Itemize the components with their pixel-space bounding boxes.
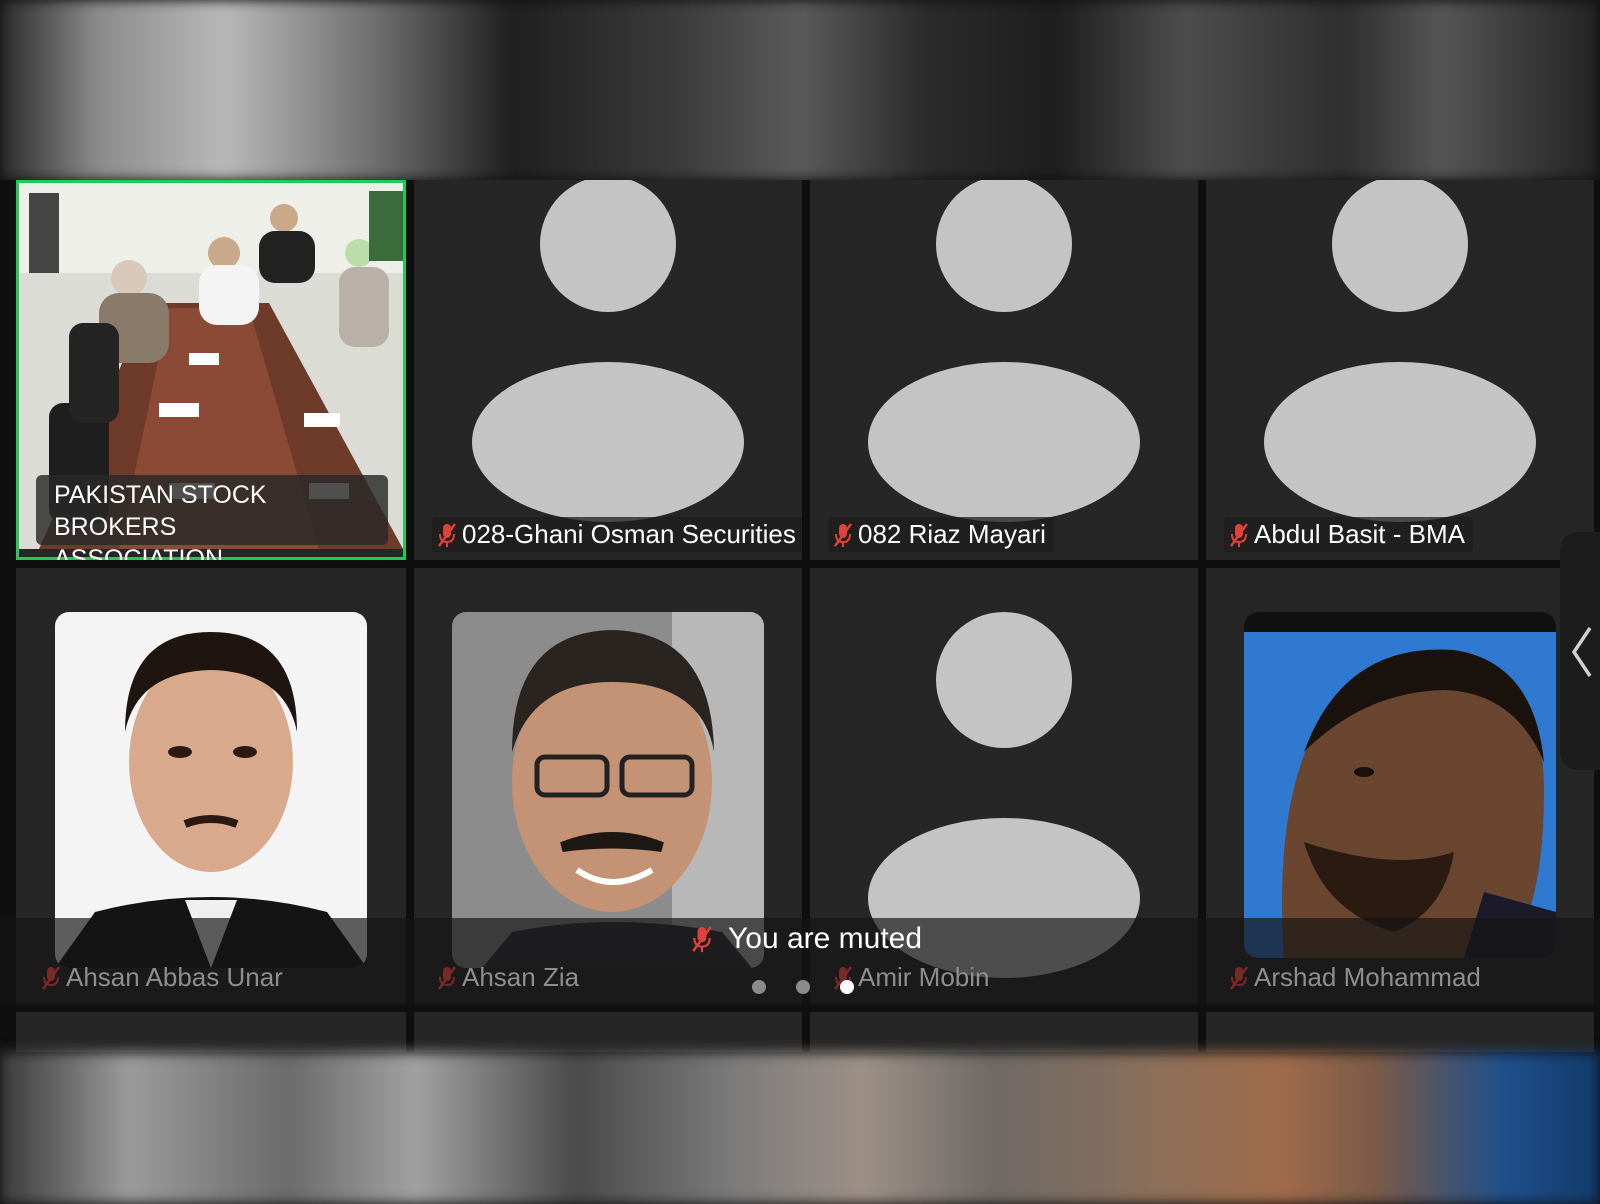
participant-name-line2: ASSOCIATION bbox=[54, 545, 224, 560]
participant-name: 028-Ghani Osman Securities bbox=[462, 519, 796, 549]
participant-name-label: Abdul Basit - BMA bbox=[1224, 517, 1473, 552]
profile-photo bbox=[55, 612, 367, 968]
participant-name: Abdul Basit - BMA bbox=[1254, 519, 1465, 549]
participant-name-label: PAKISTAN STOCK BROKERS ASSOCIATION bbox=[36, 475, 388, 560]
avatar-head bbox=[1332, 180, 1468, 312]
avatar-body bbox=[472, 362, 744, 522]
side-panel-handle[interactable] bbox=[1560, 532, 1600, 770]
blurred-top-region bbox=[0, 0, 1600, 180]
participant-name-line1: PAKISTAN STOCK BROKERS bbox=[54, 481, 267, 541]
participant-tile-next-row bbox=[16, 1012, 406, 1052]
participant-name: 082 Riaz Mayari bbox=[858, 519, 1046, 549]
participant-tile-next-row bbox=[810, 1012, 1198, 1052]
mic-off-icon bbox=[834, 522, 852, 547]
mic-off-icon bbox=[438, 965, 456, 990]
profile-photo bbox=[1244, 612, 1556, 958]
mic-off-icon bbox=[42, 965, 60, 990]
participant-tile-riaz-mayari[interactable]: 082 Riaz Mayari bbox=[810, 180, 1198, 560]
mic-off-icon bbox=[1230, 965, 1248, 990]
page-dot-1[interactable] bbox=[752, 980, 766, 994]
blurred-bottom-region bbox=[0, 1052, 1600, 1204]
participant-name: Ahsan Abbas Unar bbox=[66, 962, 283, 992]
avatar-body bbox=[1264, 362, 1536, 522]
profile-photo bbox=[452, 612, 764, 968]
participant-tile-next-row bbox=[414, 1012, 802, 1052]
participant-name-label: Ahsan Zia bbox=[432, 960, 587, 995]
participant-tile-ghani-osman[interactable]: 028-Ghani Osman Securities bbox=[414, 180, 802, 560]
mic-off-icon bbox=[692, 926, 712, 953]
participant-tile-abdul-basit[interactable]: Abdul Basit - BMA bbox=[1206, 180, 1594, 560]
participant-name-label: 082 Riaz Mayari bbox=[828, 517, 1054, 552]
participant-tile-psba[interactable]: PAKISTAN STOCK BROKERS ASSOCIATION bbox=[16, 180, 406, 560]
page-indicator bbox=[752, 980, 854, 994]
avatar-body bbox=[868, 362, 1140, 522]
participant-name: Ahsan Zia bbox=[462, 962, 580, 992]
page-dot-3[interactable] bbox=[840, 980, 854, 994]
avatar-head bbox=[936, 612, 1072, 748]
participant-name: Amir Mobin bbox=[858, 962, 990, 992]
muted-toast-content: You are muted bbox=[690, 922, 922, 956]
mic-off-icon bbox=[1230, 522, 1248, 547]
chevron-left-icon bbox=[1571, 627, 1592, 677]
participant-name: Arshad Mohammad bbox=[1254, 962, 1481, 992]
avatar-head bbox=[540, 180, 676, 312]
mic-off-icon bbox=[438, 522, 456, 547]
participant-name-label: Arshad Mohammad bbox=[1224, 960, 1489, 995]
page-dot-2[interactable] bbox=[796, 980, 810, 994]
participant-name-label: 028-Ghani Osman Securities bbox=[432, 517, 802, 552]
participant-name-label: Ahsan Abbas Unar bbox=[36, 960, 291, 995]
avatar-head bbox=[936, 180, 1072, 312]
participant-tile-next-row bbox=[1206, 1012, 1594, 1052]
muted-toast-text: You are muted bbox=[728, 922, 923, 955]
